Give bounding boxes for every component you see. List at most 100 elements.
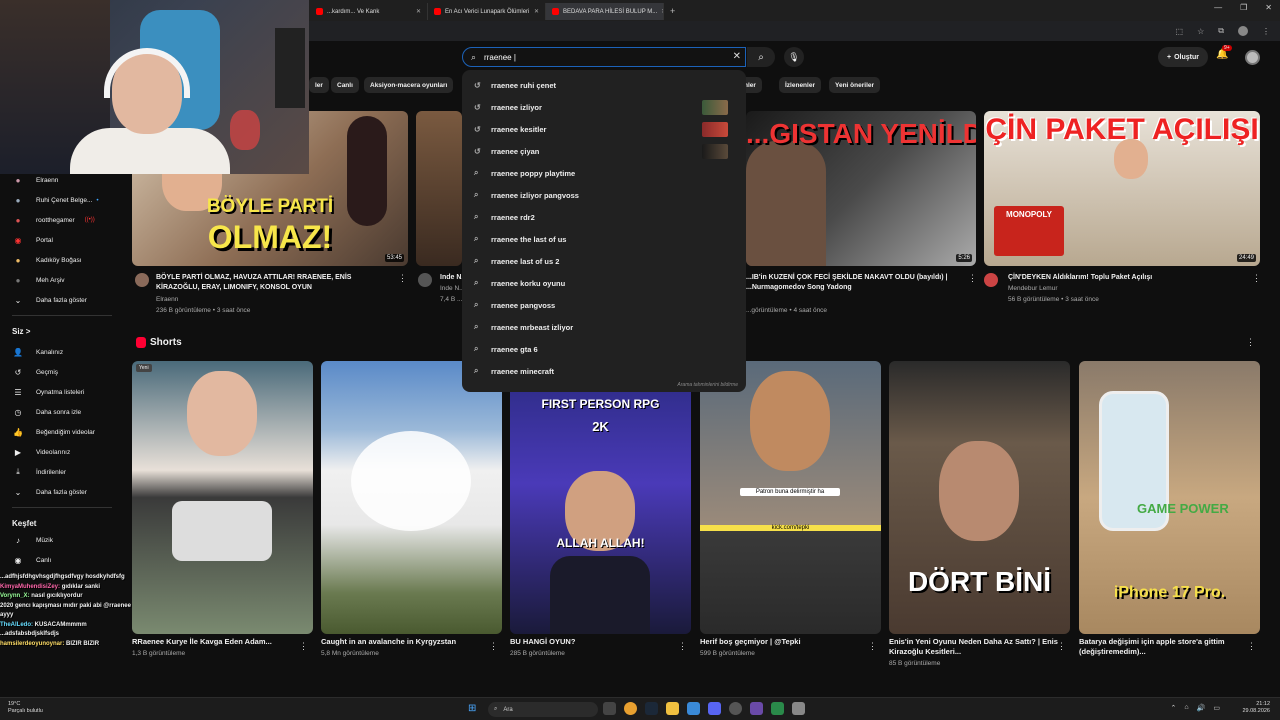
sidebar-item-kadikoy[interactable]: ● Kadıköy Boğası [12, 251, 82, 269]
suggestion-item[interactable]: ↺ rraenee kesitler [462, 118, 746, 140]
install-app-icon[interactable]: ⬚ [1176, 27, 1184, 36]
video-thumbnail[interactable] [416, 111, 462, 266]
more-options-icon[interactable]: ⋮ [868, 641, 877, 652]
short-title[interactable]: BU HANGİ OYUN? [510, 637, 680, 647]
video-title[interactable]: ÇİN'DEYKEN Aldıklarım! Toplu Paket Açılı… [1008, 273, 1248, 283]
sidebar-item-music[interactable]: ♪ Müzik [12, 531, 53, 549]
search-input[interactable]: ⌕ rraenee | ✕ [462, 47, 746, 67]
more-options-icon[interactable]: ⋮ [1247, 641, 1256, 652]
sidebar-item-downloads[interactable]: ⤓ İndirilenler [12, 463, 66, 481]
sidebar-item-meh-arsiv[interactable]: ● Meh Arşiv [12, 271, 65, 289]
volume-icon[interactable]: 🔊 [1197, 704, 1206, 712]
close-tab-icon[interactable]: ✕ [416, 8, 421, 15]
sidebar-item-portal[interactable]: ◉ Portal [12, 231, 53, 249]
taskbar-search[interactable]: ⌕ Ara [488, 702, 598, 717]
video-title[interactable]: Inde N... [440, 273, 462, 283]
chip[interactable]: Yeni öneriler [829, 77, 881, 93]
suggestion-item[interactable]: ⌕ rraenee minecraft [462, 360, 746, 382]
browser-tab[interactable]: En Acı Verici Lunapark Ölümleri ✕ [428, 3, 546, 20]
video-title[interactable]: ...IB'in KUZENİ ÇOK FECİ ŞEKİLDE NAKAVT … [746, 273, 956, 292]
sidebar-item-ruhi[interactable]: ● Ruhi Çenet Belge... • [12, 191, 99, 209]
more-options-icon[interactable]: ⋮ [398, 273, 407, 284]
create-button[interactable]: + Oluştur [1158, 47, 1208, 67]
chip[interactable]: ler [309, 77, 329, 93]
account-avatar[interactable] [1245, 50, 1260, 65]
more-options-icon[interactable]: ⋮ [299, 641, 308, 652]
more-options-icon[interactable]: ⋮ [489, 641, 498, 652]
more-options-icon[interactable]: ⋮ [968, 273, 977, 284]
short-title[interactable]: Batarya değişimi için apple store'a gitt… [1079, 637, 1249, 657]
sidebar-item-playlists[interactable]: ☰ Oynatma listeleri [12, 383, 84, 401]
short-thumbnail[interactable] [321, 361, 502, 634]
short-title[interactable]: Herif boş geçmiyor | @Tepki [700, 637, 870, 647]
suggestion-item[interactable]: ⌕ rraenee gta 6 [462, 338, 746, 360]
close-window-icon[interactable]: ✕ [1265, 3, 1272, 12]
suggestion-item[interactable]: ⌕ rraenee the last of us [462, 228, 746, 250]
video-thumbnail[interactable]: ÇİN PAKET AÇILIŞI MONOPOLY 24:49 [984, 111, 1260, 266]
voice-search-button[interactable]: 🎙 [784, 47, 804, 67]
extensions-icon[interactable]: ⧉ [1218, 26, 1224, 36]
sidebar-item-live[interactable]: ◉ Canlı [12, 551, 52, 569]
channel-name[interactable]: Mendebur Lemur [1008, 284, 1058, 294]
channel-avatar[interactable] [418, 273, 432, 287]
short-title[interactable]: Caught in an avalanche in Kyrgyzstan [321, 637, 491, 647]
chip[interactable]: Aksiyon-macera oyunları [364, 77, 454, 93]
obs-icon[interactable] [729, 702, 742, 715]
chip[interactable]: Canlı [331, 77, 359, 93]
chevron-up-icon[interactable]: ⌃ [1171, 704, 1177, 712]
sidebar-item-rootthegamer[interactable]: ● rootthegamer ((•)) [12, 211, 95, 229]
minimize-icon[interactable]: — [1214, 3, 1222, 12]
sidebar-item-your-channel[interactable]: 👤 Kanalınız [12, 343, 63, 361]
suggestion-item[interactable]: ⌕ rraenee izliyor pangvoss [462, 184, 746, 206]
video-thumbnail[interactable]: ...GISTAN YENİLDİ 5:26 [746, 111, 976, 266]
short-thumbnail[interactable]: DÖRT BİNİ [889, 361, 1070, 634]
report-predictions-link[interactable]: Arama tahminlerini bildirme [677, 382, 738, 388]
app-icon[interactable] [750, 702, 763, 715]
suggestion-item[interactable]: ⌕ rraenee mrbeast izliyor [462, 316, 746, 338]
battery-icon[interactable]: ▭ [1213, 704, 1220, 712]
channel-avatar[interactable] [135, 273, 149, 287]
suggestion-item[interactable]: ⌕ rraenee last of us 2 [462, 250, 746, 272]
more-options-icon[interactable]: ⋮ [1057, 641, 1066, 652]
suggestion-item[interactable]: ⌕ rraenee pangvoss [462, 294, 746, 316]
channel-name[interactable]: Inde N... [440, 284, 462, 294]
sidebar-show-more-subs[interactable]: ⌄ Daha fazla göster [12, 291, 87, 309]
clear-search-icon[interactable]: ✕ [733, 51, 741, 62]
sidebar-item-liked[interactable]: 👍 Beğendiğim videolar [12, 423, 95, 441]
sidebar-item-watch-later[interactable]: ◷ Daha sonra izle [12, 403, 82, 421]
channel-avatar[interactable] [984, 273, 998, 287]
task-view-icon[interactable] [603, 702, 616, 715]
more-options-icon[interactable]: ⋮ [1252, 273, 1261, 284]
discord-icon[interactable] [708, 702, 721, 715]
app-icon[interactable] [771, 702, 784, 715]
chip[interactable]: İzlenenler [779, 77, 821, 93]
suggestion-item[interactable]: ⌕ rraenee poppy playtime [462, 162, 746, 184]
suggestion-item[interactable]: ↺ rraenee çiyan [462, 140, 746, 162]
search-button[interactable]: ⌕ [747, 47, 775, 67]
windows-start-icon[interactable]: ⊞ [468, 703, 476, 714]
maximize-icon[interactable]: ❐ [1240, 3, 1247, 12]
steam-icon[interactable] [645, 702, 658, 715]
more-options-icon[interactable]: ⋮ [678, 641, 687, 652]
shorts-more-icon[interactable]: ⋮ [1246, 337, 1255, 348]
sidebar-item-your-videos[interactable]: ▶ Videolarınız [12, 443, 70, 461]
clock[interactable]: 21:12 29.08.2026 [1242, 701, 1270, 715]
chrome-icon[interactable] [624, 702, 637, 715]
suggestion-item[interactable]: ↺ rraenee izliyor [462, 96, 746, 118]
notifications-button[interactable]: 🔔 9+ [1216, 45, 1232, 60]
browser-menu-icon[interactable]: ⋮ [1262, 27, 1270, 36]
short-title[interactable]: Enis'in Yeni Oyunu Neden Daha Az Sattı? … [889, 637, 1059, 657]
store-icon[interactable] [687, 702, 700, 715]
suggestion-item[interactable]: ⌕ rraenee rdr2 [462, 206, 746, 228]
short-thumbnail[interactable]: FIRST PERSON RPG 2K ALLAH ALLAH! [510, 361, 691, 634]
sidebar-you-heading[interactable]: Siz > [12, 327, 30, 336]
bookmark-star-icon[interactable]: ☆ [1197, 27, 1204, 36]
suggestion-item[interactable]: ⌕ rraenee korku oyunu [462, 272, 746, 294]
channel-name[interactable]: Elraenn [156, 295, 178, 305]
browser-tab[interactable]: BEDAVA PARA HİLESİ BULUP M...✕ [546, 3, 664, 20]
weather-widget[interactable]: 19°C Parçalı bulutlu [8, 701, 43, 715]
short-thumbnail[interactable]: GAME POWER iPhone 17 Pro. [1079, 361, 1260, 634]
settings-icon[interactable] [792, 702, 805, 715]
browser-tab[interactable]: ...kardım... Ve Kank ✕ [310, 3, 428, 20]
profile-icon[interactable] [1238, 26, 1248, 36]
